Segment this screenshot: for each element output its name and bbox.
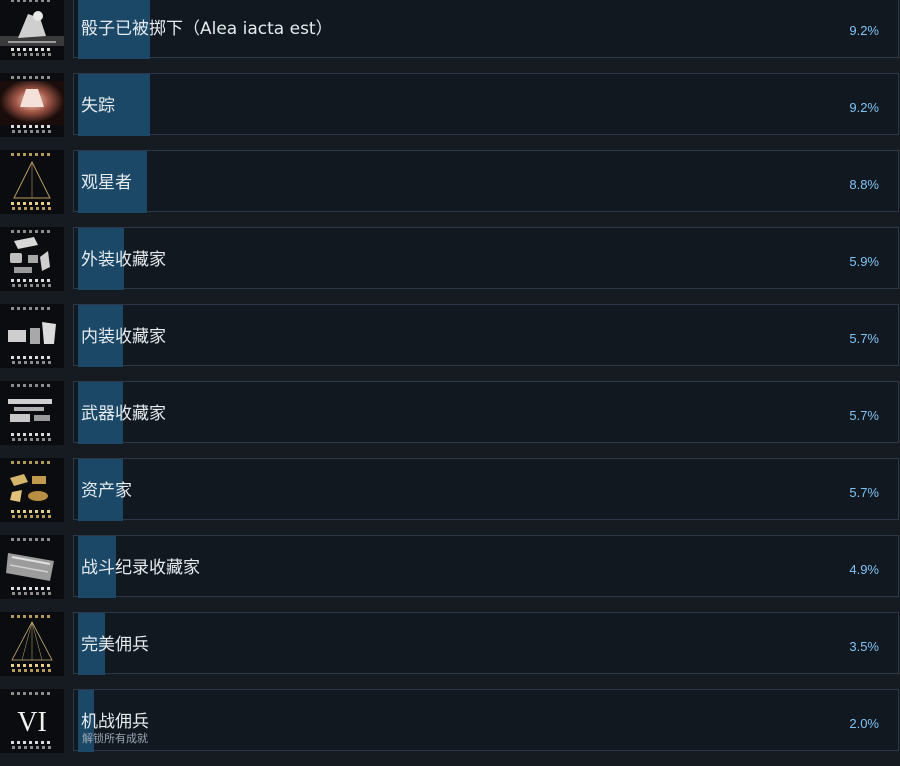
unlock-percent: 5.9%: [849, 254, 879, 269]
unlock-percent: 9.2%: [849, 100, 879, 115]
records-icon: [0, 535, 64, 599]
achievement-row[interactable]: 骰子已被掷下（Alea iacta est） 9.2%: [0, 0, 900, 60]
achievement-row[interactable]: 内装收藏家 5.7%: [0, 304, 900, 368]
achievement-name: 武器收藏家: [81, 404, 166, 424]
achievement-row[interactable]: 战斗纪录收藏家 4.9%: [0, 535, 900, 599]
achievement-panel: 完美佣兵 3.5%: [73, 612, 899, 675]
achievement-row[interactable]: 外装收藏家 5.9%: [0, 227, 900, 291]
unlock-percent: 5.7%: [849, 408, 879, 423]
achievement-row[interactable]: 武器收藏家 5.7%: [0, 381, 900, 445]
achievement-panel: 骰子已被掷下（Alea iacta est） 9.2%: [73, 0, 899, 59]
unlock-percent: 4.9%: [849, 562, 879, 577]
achievement-panel: 失踪 9.2%: [73, 73, 899, 136]
unlock-percent: 2.0%: [849, 716, 879, 731]
unlock-percent: 5.7%: [849, 485, 879, 500]
achievement-row[interactable]: 资产家 5.7%: [0, 458, 900, 522]
achievement-name: 完美佣兵: [81, 635, 149, 655]
unlock-percent: 3.5%: [849, 639, 879, 654]
achievement-name: 内装收藏家: [81, 327, 166, 347]
unlock-percent: 9.2%: [849, 23, 879, 38]
numeral-vi-icon: VI: [0, 689, 64, 753]
achievement-panel: 内装收藏家 5.7%: [73, 304, 899, 367]
achievement-row[interactable]: 观星者 8.8%: [0, 150, 900, 214]
achievement-name: 战斗纪录收藏家: [81, 558, 200, 578]
achievement-subtitle: 解锁所有成就: [82, 732, 148, 745]
achievement-panel: 战斗纪录收藏家 4.9%: [73, 535, 899, 598]
achievement-panel: 机战佣兵 解锁所有成就 2.0%: [73, 689, 899, 752]
triangle-icon: [0, 150, 64, 214]
achievement-panel: 武器收藏家 5.7%: [73, 381, 899, 444]
weapons-icon: [0, 381, 64, 445]
frame-parts-icon: [0, 227, 64, 291]
achievement-row[interactable]: VI 机战佣兵 解锁所有成就 2.0%: [0, 689, 900, 753]
mech-fallen-icon: [0, 0, 64, 60]
mech-glow-icon: [0, 73, 64, 137]
achievement-name: 外装收藏家: [81, 250, 166, 270]
achievement-row[interactable]: 完美佣兵 3.5%: [0, 612, 900, 676]
achievement-row[interactable]: 失踪 9.2%: [0, 73, 900, 137]
svg-text:VI: VI: [17, 707, 47, 738]
achievement-name: 骰子已被掷下（Alea iacta est）: [81, 19, 333, 39]
achievement-name: 失踪: [81, 96, 115, 116]
inner-parts-icon: [0, 304, 64, 368]
achievement-name: 机战佣兵: [81, 712, 149, 732]
achievement-panel: 资产家 5.7%: [73, 458, 899, 521]
achievement-panel: 外装收藏家 5.9%: [73, 227, 899, 290]
unlock-percent: 5.7%: [849, 331, 879, 346]
gold-triangle-icon: [0, 612, 64, 676]
gold-assets-icon: [0, 458, 64, 522]
achievement-name: 资产家: [81, 481, 132, 501]
unlock-percent: 8.8%: [849, 177, 879, 192]
achievement-name: 观星者: [81, 173, 132, 193]
achievement-list: 骰子已被掷下（Alea iacta est） 9.2% 失踪 9.2% 观星者 8.8…: [0, 0, 900, 766]
achievement-panel: 观星者 8.8%: [73, 150, 899, 213]
